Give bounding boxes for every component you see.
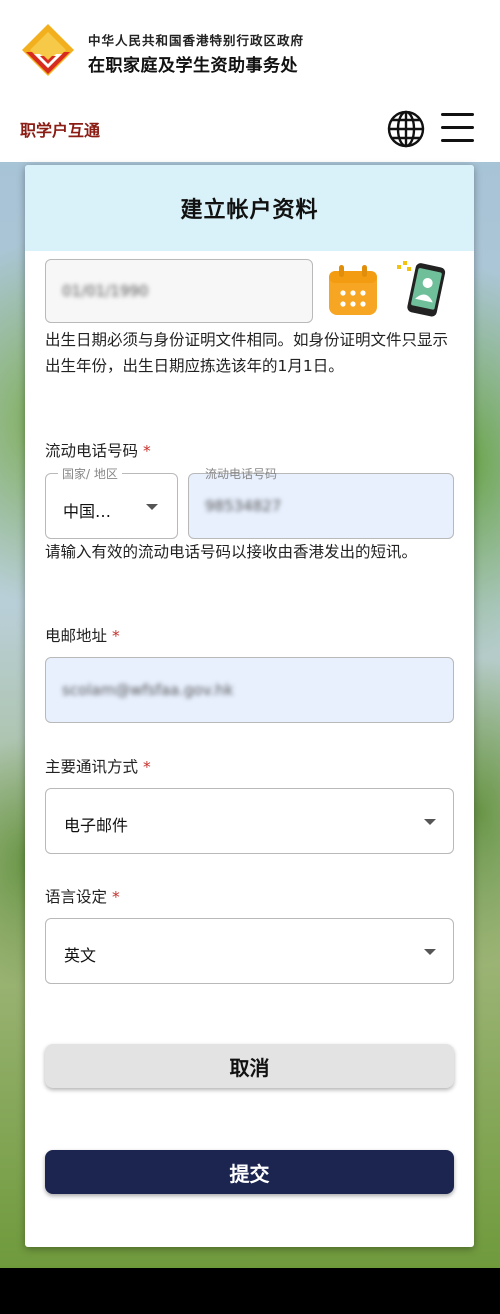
email-value: scolam@wfsfaa.gov.hk bbox=[62, 681, 234, 699]
required-mark: * bbox=[111, 888, 120, 906]
mobile-label-text: 流动电话号码 bbox=[45, 442, 139, 460]
org-name: 中华人民共和国香港特别行政区政府 在职家庭及学生资助事务处 bbox=[88, 30, 304, 76]
chevron-down-icon bbox=[424, 819, 436, 825]
menu-line bbox=[441, 113, 474, 116]
country-value: 中国… bbox=[63, 502, 112, 521]
country-select[interactable]: 国家/ 地区 中国… bbox=[45, 465, 178, 539]
profile-form-card: 建立帐户资料 01/01/1990 出生日期必须与身份证明文件相同。如身份证明文… bbox=[25, 165, 474, 1247]
email-label: 电邮地址 * bbox=[45, 624, 120, 646]
country-label: 国家/ 地区 bbox=[58, 465, 122, 482]
agency-name: 在职家庭及学生资助事务处 bbox=[88, 56, 298, 76]
dob-note: 出生日期必须与身份证明文件相同。如身份证明文件只显示出生年份，出生日期应拣选该年… bbox=[45, 331, 449, 375]
gov-name: 中华人民共和国香港特别行政区政府 bbox=[88, 33, 305, 48]
dob-value: 01/01/1990 bbox=[62, 282, 149, 300]
menu-line bbox=[441, 139, 474, 142]
mobile-note: 请输入有效的流动电话号码以接收由香港发出的短讯。 bbox=[45, 543, 418, 561]
contact-method-select[interactable]: 电子邮件 bbox=[45, 788, 454, 854]
email-label-text: 电邮地址 bbox=[45, 627, 108, 645]
required-mark: * bbox=[111, 627, 120, 645]
contact-method-value: 电子邮件 bbox=[64, 816, 129, 835]
required-mark: * bbox=[142, 758, 151, 776]
language-select[interactable]: 英文 bbox=[45, 918, 454, 984]
globe-icon[interactable] bbox=[386, 109, 426, 149]
language-value: 英文 bbox=[64, 946, 97, 965]
wfsfaa-logo bbox=[22, 24, 74, 76]
page-title: 建立帐户资料 bbox=[180, 198, 319, 223]
cancel-button[interactable]: 取消 bbox=[45, 1044, 454, 1088]
contact-method-label: 主要通讯方式 * bbox=[45, 755, 151, 777]
mobile-label: 流动电话号码 * bbox=[45, 439, 151, 461]
mobile-number-label: 流动电话号码 bbox=[205, 467, 278, 481]
chevron-down-icon bbox=[424, 949, 436, 955]
bottom-bar bbox=[0, 1268, 500, 1314]
chevron-down-icon bbox=[146, 504, 158, 510]
mobile-number-value: 98534827 bbox=[205, 497, 282, 515]
dob-input[interactable]: 01/01/1990 bbox=[45, 259, 313, 323]
site-header: 中华人民共和国香港特别行政区政府 在职家庭及学生资助事务处 职学户互通 bbox=[0, 0, 500, 162]
hamburger-menu-icon[interactable] bbox=[441, 113, 474, 143]
language-label-text: 语言设定 bbox=[45, 888, 108, 906]
portal-link[interactable]: 职学户互通 bbox=[20, 117, 100, 141]
required-mark: * bbox=[142, 442, 151, 460]
menu-line bbox=[441, 126, 474, 129]
contact-method-label-text: 主要通讯方式 bbox=[45, 758, 139, 776]
language-label: 语言设定 * bbox=[45, 885, 120, 907]
submit-button[interactable]: 提交 bbox=[45, 1150, 454, 1194]
mobile-number-input[interactable]: 流动电话号码 98534827 bbox=[188, 467, 454, 539]
phone-scan-icon[interactable] bbox=[397, 261, 449, 319]
calendar-icon[interactable] bbox=[327, 263, 379, 317]
card-header: 建立帐户资料 bbox=[25, 165, 474, 251]
email-input[interactable]: scolam@wfsfaa.gov.hk bbox=[45, 657, 454, 723]
